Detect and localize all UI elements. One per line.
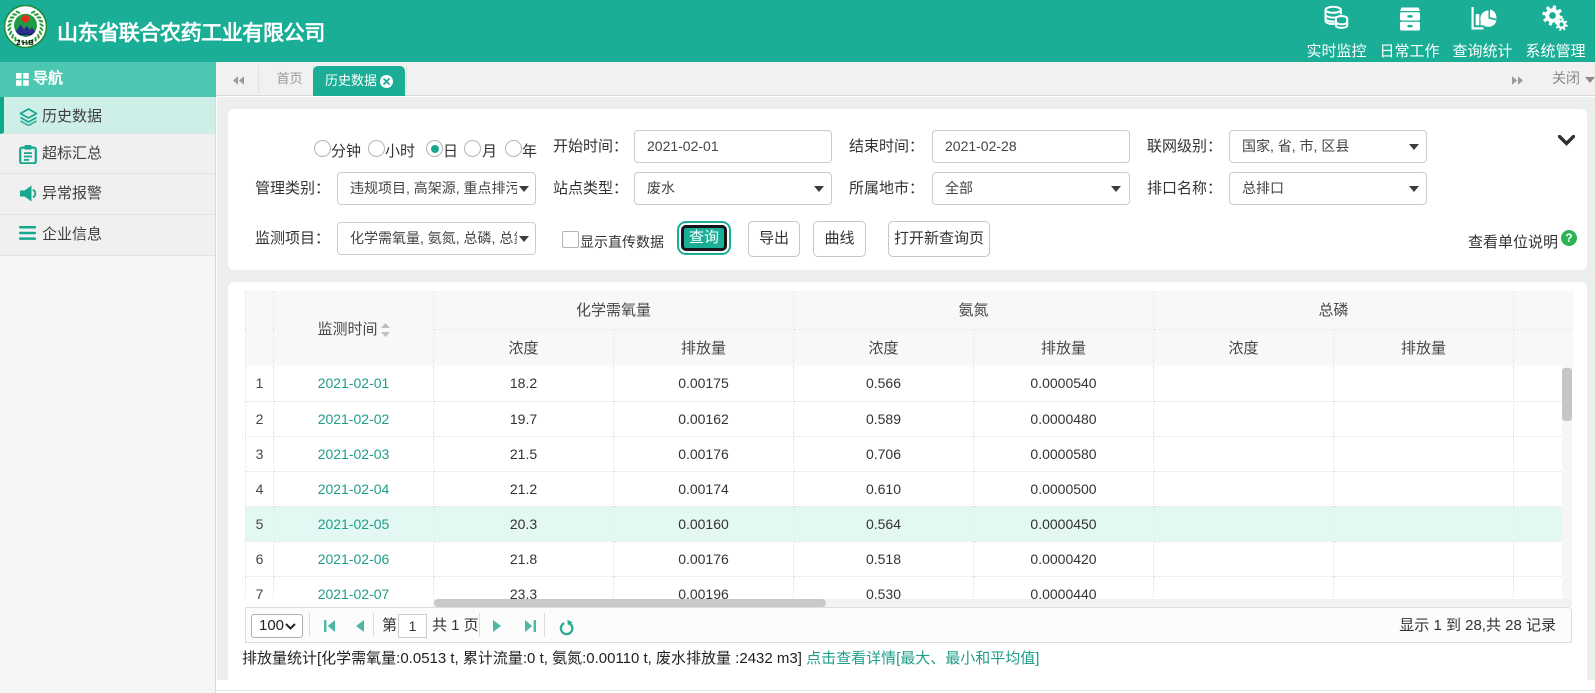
svg-text:ZHB: ZHB [16, 40, 35, 47]
